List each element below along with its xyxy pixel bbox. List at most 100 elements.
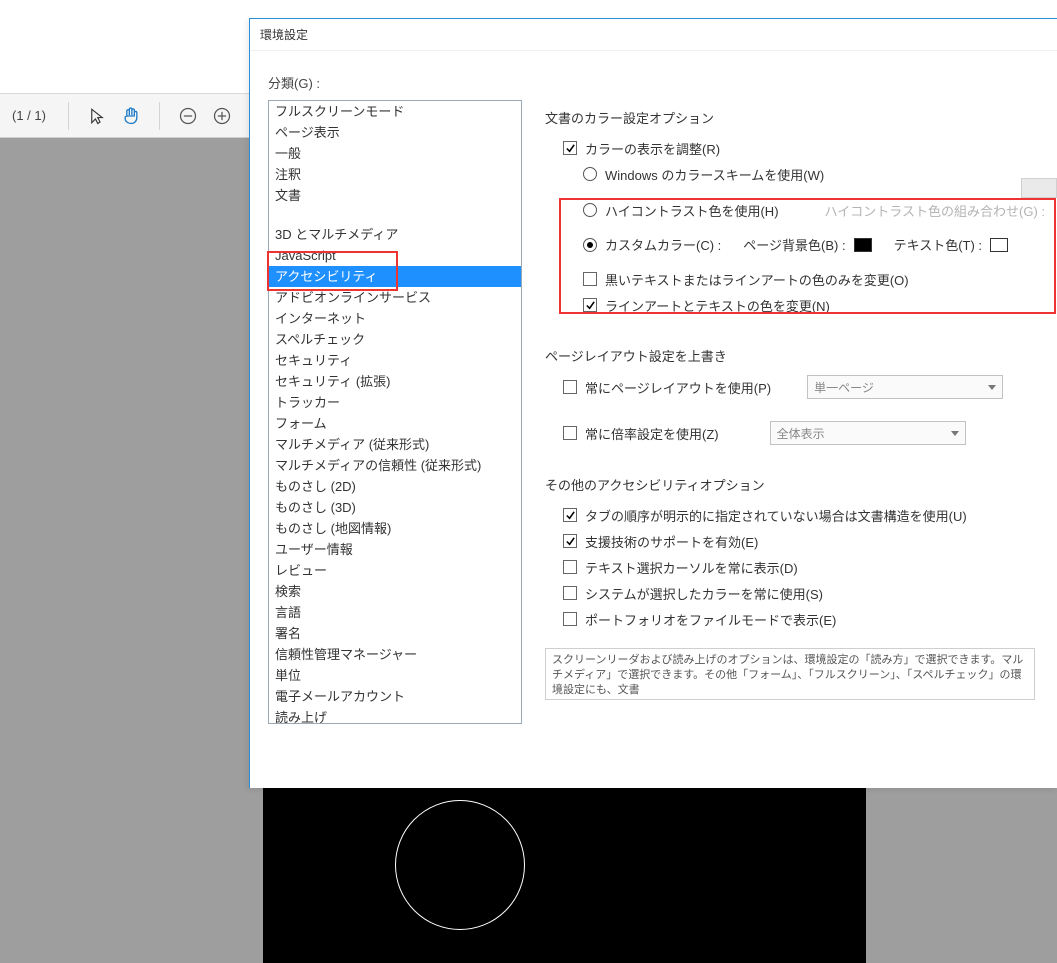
layout-select[interactable]: 単一ページ [807, 375, 1003, 399]
page-bg-swatch[interactable] [854, 238, 872, 252]
category-item[interactable]: JavaScript [269, 245, 521, 266]
assist-tech-checkbox-row[interactable]: 支援技術のサポートを有効(E) [563, 530, 1056, 552]
category-item[interactable]: スペルチェック [269, 329, 521, 350]
category-item[interactable]: 単位 [269, 665, 521, 686]
high-contrast-radio-row[interactable]: ハイコントラスト色を使用(H) ハイコントラスト色の組み合わせ(G) : [583, 199, 1056, 221]
checkbox-checked-icon [583, 298, 597, 312]
text-cursor-checkbox-row[interactable]: テキスト選択カーソルを常に表示(D) [563, 556, 1056, 578]
color-options-title: 文書のカラー設定オプション [545, 108, 1056, 127]
categories-label: 分類(G) : [268, 73, 1057, 92]
category-item[interactable]: フルスクリーンモード [269, 101, 521, 122]
change-lineart-text-label: ラインアートとテキストの色を変更(N) [605, 296, 830, 315]
chevron-down-icon [951, 431, 959, 436]
category-item[interactable]: ものさし (3D) [269, 497, 521, 518]
checkbox-checked-icon [563, 141, 577, 155]
category-item[interactable]: 読み上げ [269, 707, 521, 724]
categories-listbox[interactable]: フルスクリーンモード ページ表示 一般 注釈 文書 3D とマルチメディア Ja… [268, 100, 522, 724]
settings-panel: 文書のカラー設定オプション カラーの表示を調整(R) Windows のカラース… [544, 107, 1057, 788]
category-item[interactable]: 言語 [269, 602, 521, 623]
checkbox-unchecked-icon [563, 612, 577, 626]
select-tool-icon[interactable] [85, 104, 109, 128]
text-color-label: テキスト色(T) : [894, 235, 982, 254]
hint-text-box: スクリーンリーダおよび読み上げのオプションは、環境設定の「読み方」で選択できます… [545, 648, 1035, 700]
layout-select-value: 単一ページ [814, 379, 874, 396]
checkbox-unchecked-icon [563, 560, 577, 574]
high-contrast-label: ハイコントラスト色を使用(H) [605, 201, 779, 220]
category-item[interactable]: ものさし (地図情報) [269, 518, 521, 539]
zoom-out-icon[interactable] [176, 104, 200, 128]
category-item[interactable]: ユーザー情報 [269, 539, 521, 560]
always-zoom-label: 常に倍率設定を使用(Z) [585, 424, 719, 443]
category-item[interactable]: 3D とマルチメディア [269, 224, 521, 245]
windows-scheme-label: Windows のカラースキームを使用(W) [605, 165, 824, 184]
hand-tool-icon[interactable] [119, 104, 143, 128]
tab-order-checkbox-row[interactable]: タブの順序が明示的に指定されていない場合は文書構造を使用(U) [563, 504, 1056, 526]
adjust-colors-checkbox-row[interactable]: カラーの表示を調整(R) [563, 137, 1056, 159]
page-counter: (1 / 1) [12, 108, 46, 123]
checkbox-unchecked-icon [563, 426, 577, 440]
custom-color-label: カスタムカラー(C) : [605, 235, 721, 254]
checkbox-checked-icon [563, 508, 577, 522]
category-item[interactable]: ページ表示 [269, 122, 521, 143]
category-item[interactable]: セキュリティ (拡張) [269, 371, 521, 392]
sys-color-label: システムが選択したカラーを常に使用(S) [585, 584, 823, 603]
category-item[interactable]: 電子メールアカウント [269, 686, 521, 707]
preferences-dialog: 環境設定 分類(G) : フルスクリーンモード ページ表示 一般 注釈 文書 3… [249, 18, 1057, 788]
text-cursor-label: テキスト選択カーソルを常に表示(D) [585, 558, 798, 577]
page-bg-label: ページ背景色(B) : [743, 235, 845, 254]
checkbox-unchecked-icon [563, 380, 577, 394]
category-item[interactable]: 検索 [269, 581, 521, 602]
checkbox-unchecked-icon [563, 586, 577, 600]
category-item[interactable]: 信頼性管理マネージャー [269, 644, 521, 665]
zoom-in-icon[interactable] [210, 104, 234, 128]
category-item[interactable]: マルチメディア (従来形式) [269, 434, 521, 455]
category-item[interactable]: インターネット [269, 308, 521, 329]
only-black-text-label: 黒いテキストまたはラインアートの色のみを変更(O) [605, 270, 909, 289]
dialog-title: 環境設定 [250, 19, 1057, 51]
category-item[interactable]: レビュー [269, 560, 521, 581]
category-item[interactable]: 一般 [269, 143, 521, 164]
other-accessibility-group: その他のアクセシビリティオプション タブの順序が明示的に指定されていない場合は文… [544, 474, 1057, 701]
adjust-colors-label: カラーの表示を調整(R) [585, 139, 720, 158]
category-item[interactable]: セキュリティ [269, 350, 521, 371]
layout-override-group: ページレイアウト設定を上書き 常にページレイアウトを使用(P) 単一ページ 常に… [544, 345, 1057, 450]
chevron-down-icon [988, 385, 996, 390]
toolbar-separator [68, 102, 69, 130]
category-item[interactable]: フォーム [269, 413, 521, 434]
layout-override-title: ページレイアウト設定を上書き [545, 346, 1056, 365]
radio-checked-icon [583, 238, 597, 252]
dialog-body: 分類(G) : フルスクリーンモード ページ表示 一般 注釈 文書 3D とマル… [250, 51, 1057, 788]
toolbar-separator [159, 102, 160, 130]
category-item[interactable]: トラッカー [269, 392, 521, 413]
page-circle-graphic [395, 800, 525, 930]
checkbox-unchecked-icon [583, 272, 597, 286]
category-item[interactable]: ものさし (2D) [269, 476, 521, 497]
portfolio-label: ポートフォリオをファイルモードで表示(E) [585, 610, 836, 629]
other-accessibility-title: その他のアクセシビリティオプション [545, 475, 1056, 494]
radio-unchecked-icon [583, 203, 597, 217]
high-contrast-combo [1021, 178, 1057, 198]
category-item[interactable]: アドビオンラインサービス [269, 287, 521, 308]
always-zoom-checkbox-row[interactable]: 常に倍率設定を使用(Z) 全体表示 [563, 421, 1056, 445]
color-options-group: 文書のカラー設定オプション カラーの表示を調整(R) Windows のカラース… [544, 107, 1057, 321]
only-black-text-checkbox-row[interactable]: 黒いテキストまたはラインアートの色のみを変更(O) [583, 268, 1056, 290]
zoom-select[interactable]: 全体表示 [770, 421, 966, 445]
category-item-accessibility[interactable]: アクセシビリティ [269, 266, 521, 287]
change-lineart-text-checkbox-row[interactable]: ラインアートとテキストの色を変更(N) [583, 294, 1056, 316]
high-contrast-combo-label: ハイコントラスト色の組み合わせ(G) : [825, 201, 1045, 220]
tab-order-label: タブの順序が明示的に指定されていない場合は文書構造を使用(U) [585, 506, 967, 525]
category-item[interactable]: 署名 [269, 623, 521, 644]
text-color-swatch[interactable] [990, 238, 1008, 252]
category-item[interactable]: 注釈 [269, 164, 521, 185]
always-layout-checkbox-row[interactable]: 常にページレイアウトを使用(P) 単一ページ [563, 375, 1056, 399]
assist-tech-label: 支援技術のサポートを有効(E) [585, 532, 758, 551]
sys-color-checkbox-row[interactable]: システムが選択したカラーを常に使用(S) [563, 582, 1056, 604]
category-item[interactable]: 文書 [269, 185, 521, 206]
custom-color-radio-row[interactable]: カスタムカラー(C) : ページ背景色(B) : テキスト色(T) : [583, 235, 1056, 254]
zoom-select-value: 全体表示 [777, 425, 825, 442]
checkbox-checked-icon [563, 534, 577, 548]
windows-scheme-radio-row[interactable]: Windows のカラースキームを使用(W) [583, 163, 1056, 185]
category-item[interactable]: マルチメディアの信頼性 (従来形式) [269, 455, 521, 476]
always-layout-label: 常にページレイアウトを使用(P) [585, 378, 771, 397]
portfolio-checkbox-row[interactable]: ポートフォリオをファイルモードで表示(E) [563, 608, 1056, 630]
